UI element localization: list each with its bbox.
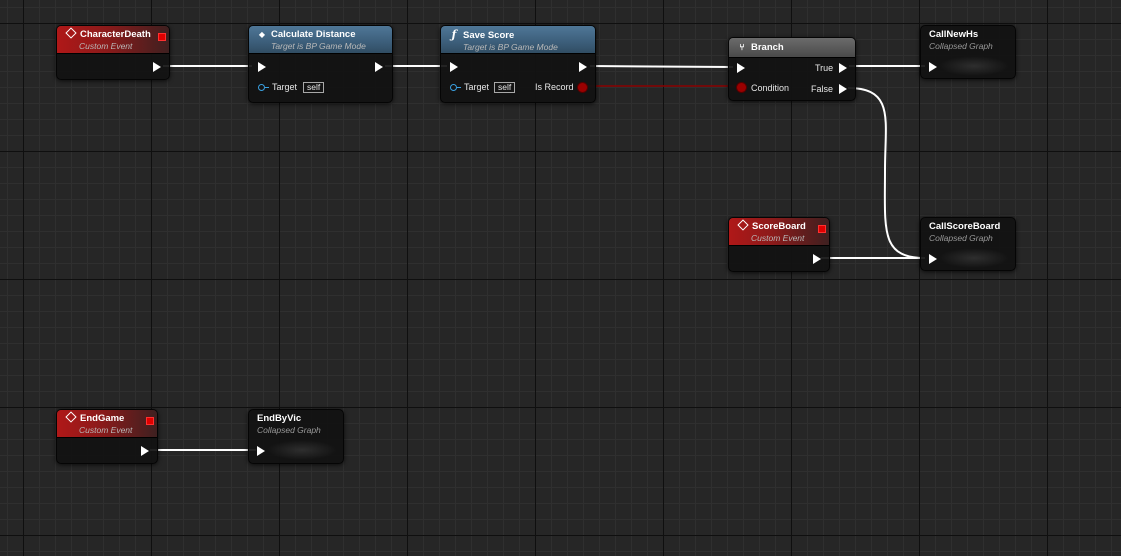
node-end-game[interactable]: EndGame Custom Event [56,409,158,464]
exec-in-pin[interactable] [450,62,458,72]
exec-in-pin[interactable] [258,62,266,72]
node-subtitle: Target is BP Game Mode [271,41,366,51]
is-record-label: Is Record [535,82,574,92]
node-header: EndByVic Collapsed Graph [249,410,343,438]
target-label: Target [464,82,490,92]
node-title: Save Score [463,30,515,41]
collapsed-preview [939,56,1009,76]
node-subtitle: Target is BP Game Mode [463,42,558,52]
true-label: True [815,63,834,73]
exec-wire [847,87,926,259]
collapsed-preview [939,248,1009,268]
exec-out-pin[interactable] [375,62,383,72]
node-character-death[interactable]: CharacterDeath Custom Event [56,25,170,80]
node-end-by-vic[interactable]: EndByVic Collapsed Graph [248,409,344,464]
target-self-field[interactable]: self [494,82,516,93]
node-scoreboard[interactable]: ScoreBoard Custom Event [728,217,830,272]
collapsed-preview [267,440,337,460]
node-title: CallScoreBoard [929,221,1001,232]
event-diamond-icon [737,219,749,231]
function-icon: ƒ [451,28,457,41]
exec-out-pin[interactable] [813,254,821,264]
delegate-pin[interactable] [818,225,826,233]
node-call-new-hs[interactable]: CallNewHs Collapsed Graph [920,25,1016,79]
event-diamond-icon [65,27,77,39]
node-header: ⑂ Branch [729,38,855,58]
node-header: CharacterDeath Custom Event [57,26,169,54]
node-subtitle: Custom Event [79,41,133,51]
target-pin[interactable] [450,84,461,91]
true-exec-pin[interactable] [839,63,847,73]
node-branch[interactable]: ⑂ Branch Condition True False [728,37,856,101]
node-header: CallScoreBoard Collapsed Graph [921,218,1015,246]
node-header: ScoreBoard Custom Event [729,218,829,246]
exec-out-pin[interactable] [153,62,161,72]
exec-in-pin[interactable] [929,62,937,72]
node-header: ◆ Calculate Distance Target is BP Game Mo… [249,26,392,54]
node-title: CharacterDeath [80,29,151,40]
false-label: False [811,84,834,94]
node-subtitle: Collapsed Graph [257,425,321,435]
event-diamond-icon [65,411,77,423]
target-pin[interactable] [258,84,269,91]
node-header: CallNewHs Collapsed Graph [921,26,1015,54]
false-exec-pin[interactable] [839,84,847,94]
exec-out-pin[interactable] [141,446,149,456]
target-label: Target [272,82,298,92]
node-save-score[interactable]: ƒ Save Score Target is BP Game Mode Targe… [440,25,596,103]
node-header: EndGame Custom Event [57,410,157,438]
condition-pin[interactable] [737,83,746,92]
node-subtitle: Collapsed Graph [929,233,993,243]
node-calculate-distance[interactable]: ◆ Calculate Distance Target is BP Game Mo… [248,25,393,103]
node-call-scoreboard[interactable]: CallScoreBoard Collapsed Graph [920,217,1016,271]
delegate-pin[interactable] [158,33,166,41]
node-title: Branch [751,42,784,53]
exec-out-pin[interactable] [579,62,587,72]
branch-icon: ⑂ [739,42,745,52]
exec-in-pin[interactable] [257,446,265,456]
target-self-field[interactable]: self [303,82,325,93]
node-title: CallNewHs [929,29,979,40]
delegate-pin[interactable] [146,417,154,425]
node-header: ƒ Save Score Target is BP Game Mode [441,26,595,54]
node-subtitle: Custom Event [79,425,133,435]
exec-in-pin[interactable] [929,254,937,264]
is-record-pin[interactable] [578,83,587,92]
node-subtitle: Custom Event [751,233,805,243]
node-title: EndGame [80,413,125,424]
node-title: EndByVic [257,413,302,424]
function-icon: ◆ [258,30,266,39]
condition-label: Condition [751,83,790,93]
node-title: ScoreBoard [752,221,806,232]
exec-wire [589,65,734,68]
exec-in-pin[interactable] [737,63,745,73]
node-subtitle: Collapsed Graph [929,41,993,51]
node-title: Calculate Distance [271,29,356,40]
